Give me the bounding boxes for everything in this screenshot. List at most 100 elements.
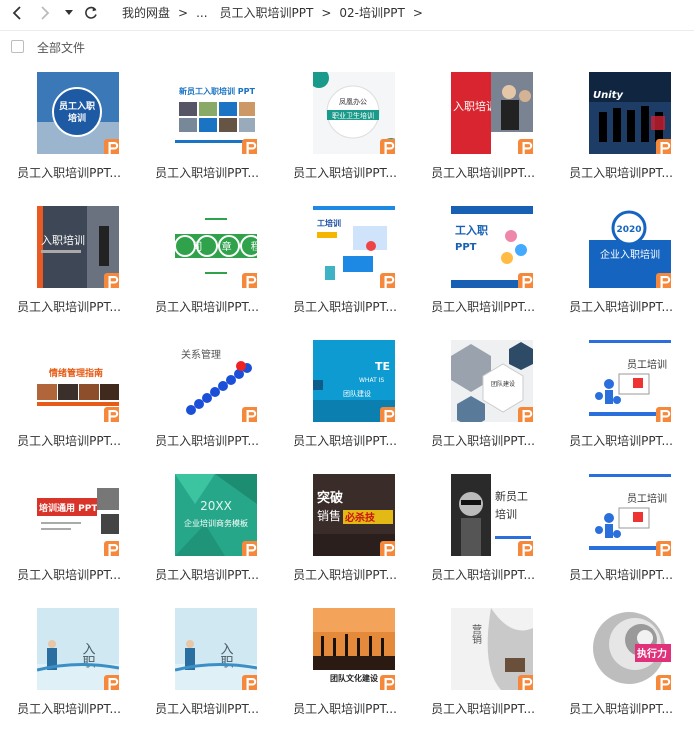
file-item[interactable]: 团队建设员工入职培训PPT... [414, 330, 552, 464]
file-name[interactable]: 员工入职培训PPT... [552, 298, 690, 315]
file-item[interactable]: 营销员工入职培训PPT... [414, 598, 552, 732]
svg-text:工入职: 工入职 [455, 224, 488, 237]
file-name[interactable]: 员工入职培训PPT... [138, 298, 276, 315]
breadcrumb-separator: > [412, 5, 423, 20]
file-thumbnail[interactable]: 新员工入职培训 PPT [175, 72, 257, 154]
breadcrumb-item-folder[interactable]: 员工入职培训PPT [220, 4, 314, 21]
back-button[interactable] [4, 0, 30, 26]
breadcrumb-item-current[interactable]: 02-培训PPT [339, 4, 404, 21]
file-name[interactable]: 员工入职培训PPT... [276, 566, 414, 583]
ppt-file-icon [242, 541, 257, 556]
file-name[interactable]: 员工入职培训PPT... [414, 298, 552, 315]
svg-text:职业卫生培训: 职业卫生培训 [332, 111, 374, 120]
ppt-file-icon [104, 541, 119, 556]
file-thumbnail[interactable]: Unity [589, 72, 671, 154]
file-item[interactable]: 20XX 企业培训商务模板员工入职培训PPT... [138, 464, 276, 598]
refresh-button[interactable] [78, 0, 104, 26]
file-name[interactable]: 员工入职培训PPT... [552, 164, 690, 181]
file-name[interactable]: 员工入职培训PPT... [276, 164, 414, 181]
file-name[interactable]: 员工入职培训PPT... [138, 432, 276, 449]
file-thumbnail[interactable]: TE WHAT IS 团队建设 [313, 340, 395, 422]
file-name[interactable]: 员工入职培训PPT... [138, 566, 276, 583]
file-item[interactable]: 新员工入职培训 PPT 员工入职培训PPT... [138, 62, 276, 196]
file-name[interactable]: 员工入职培训PPT... [0, 700, 138, 717]
breadcrumb-item-ellipsis[interactable]: ... [196, 6, 207, 20]
file-thumbnail[interactable]: 员工培训 [589, 340, 671, 422]
file-item[interactable]: Unity 员工入职培训PPT... [552, 62, 690, 196]
select-all-checkbox[interactable] [11, 40, 24, 53]
ppt-file-icon [518, 407, 533, 422]
file-item[interactable]: 员工培训员工入职培训PPT... [552, 330, 690, 464]
chevron-left-icon [12, 6, 21, 20]
file-item[interactable]: 培训通用 PPT 员工入职培训PPT... [0, 464, 138, 598]
ppt-file-icon [380, 273, 395, 288]
file-name[interactable]: 员工入职培训PPT... [276, 298, 414, 315]
file-thumbnail[interactable]: 关系管理 [175, 340, 257, 422]
file-item[interactable]: TE WHAT IS 团队建设员工入职培训PPT... [276, 330, 414, 464]
file-name[interactable]: 员工入职培训PPT... [552, 700, 690, 717]
file-thumbnail[interactable]: 入职培训 [37, 206, 119, 288]
file-name[interactable]: 员工入职培训PPT... [138, 164, 276, 181]
svg-text:企业培训商务模板: 企业培训商务模板 [184, 518, 248, 528]
file-item[interactable]: 员工培训员工入职培训PPT... [552, 464, 690, 598]
file-name[interactable]: 员工入职培训PPT... [552, 432, 690, 449]
file-name[interactable]: 员工入职培训PPT... [0, 298, 138, 315]
file-item[interactable]: 团队文化建设员工入职培训PPT... [276, 598, 414, 732]
forward-button[interactable] [32, 0, 58, 26]
file-item[interactable]: 2020 企业入职培训员工入职培训PPT... [552, 196, 690, 330]
file-thumbnail[interactable]: 工培训 [313, 206, 395, 288]
file-thumbnail[interactable]: 情绪管理指南 [37, 340, 119, 422]
file-item[interactable]: 突破 销售 必杀技员工入职培训PPT... [276, 464, 414, 598]
file-name[interactable]: 员工入职培训PPT... [552, 566, 690, 583]
breadcrumb-item-root[interactable]: 我的网盘 [122, 4, 170, 21]
file-item[interactable]: 入职培训员工入职培训PPT... [414, 62, 552, 196]
file-thumbnail[interactable]: 公 司 章 程 [175, 206, 257, 288]
file-thumbnail[interactable]: 突破 销售 必杀技 [313, 474, 395, 556]
file-thumbnail[interactable]: 员工培训 [589, 474, 671, 556]
file-thumbnail[interactable]: 团队建设 [451, 340, 533, 422]
file-item[interactable]: 工培训员工入职培训PPT... [276, 196, 414, 330]
file-item[interactable]: 执行力员工入职培训PPT... [552, 598, 690, 732]
list-header: 全部文件 [0, 36, 694, 58]
file-thumbnail[interactable]: 入职培训 [451, 72, 533, 154]
file-name[interactable]: 员工入职培训PPT... [414, 432, 552, 449]
file-item[interactable]: 情绪管理指南员工入职培训PPT... [0, 330, 138, 464]
file-thumbnail[interactable]: 20XX 企业培训商务模板 [175, 474, 257, 556]
file-thumbnail[interactable]: 营销 [451, 608, 533, 690]
file-item[interactable]: 入职员工入职培训PPT... [138, 598, 276, 732]
file-item[interactable]: 工入职 PPT 员工入职培训PPT... [414, 196, 552, 330]
file-thumbnail[interactable]: 团队文化建设 [313, 608, 395, 690]
file-name[interactable]: 员工入职培训PPT... [414, 566, 552, 583]
file-thumbnail[interactable]: 培训通用 PPT [37, 474, 119, 556]
file-item[interactable]: 新员工 培训员工入职培训PPT... [414, 464, 552, 598]
file-item[interactable]: 入职员工入职培训PPT... [0, 598, 138, 732]
file-name[interactable]: 员工入职培训PPT... [414, 164, 552, 181]
file-thumbnail[interactable]: 2020 企业入职培训 [589, 206, 671, 288]
svg-text:Unity: Unity [593, 90, 623, 101]
file-name[interactable]: 员工入职培训PPT... [0, 566, 138, 583]
file-item[interactable]: 员工入职 培训员工入职培训PPT... [0, 62, 138, 196]
svg-text:情绪管理指南: 情绪管理指南 [48, 367, 103, 379]
file-name[interactable]: 员工入职培训PPT... [276, 432, 414, 449]
file-thumbnail[interactable]: 新员工 培训 [451, 474, 533, 556]
file-thumbnail[interactable]: 入职 [37, 608, 119, 690]
ppt-file-icon [380, 675, 395, 690]
history-dropdown-button[interactable] [60, 0, 78, 26]
file-name[interactable]: 员工入职培训PPT... [0, 432, 138, 449]
file-item[interactable]: 入职培训员工入职培训PPT... [0, 196, 138, 330]
file-thumbnail[interactable]: 凤凰办公职业卫生培训 [313, 72, 395, 154]
file-item[interactable]: 关系管理员工入职培训PPT... [138, 330, 276, 464]
file-name[interactable]: 员工入职培训PPT... [0, 164, 138, 181]
ppt-file-icon [656, 541, 671, 556]
file-thumbnail[interactable]: 入职 [175, 608, 257, 690]
file-thumbnail[interactable]: 员工入职 培训 [37, 72, 119, 154]
ppt-file-icon [380, 407, 395, 422]
file-item[interactable]: 凤凰办公职业卫生培训员工入职培训PPT... [276, 62, 414, 196]
file-name[interactable]: 员工入职培训PPT... [414, 700, 552, 717]
svg-text:凤凰办公: 凤凰办公 [339, 97, 367, 106]
file-thumbnail[interactable]: 工入职 PPT [451, 206, 533, 288]
file-name[interactable]: 员工入职培训PPT... [138, 700, 276, 717]
file-thumbnail[interactable]: 执行力 [589, 608, 671, 690]
file-item[interactable]: 公 司 章 程员工入职培训PPT... [138, 196, 276, 330]
file-name[interactable]: 员工入职培训PPT... [276, 700, 414, 717]
